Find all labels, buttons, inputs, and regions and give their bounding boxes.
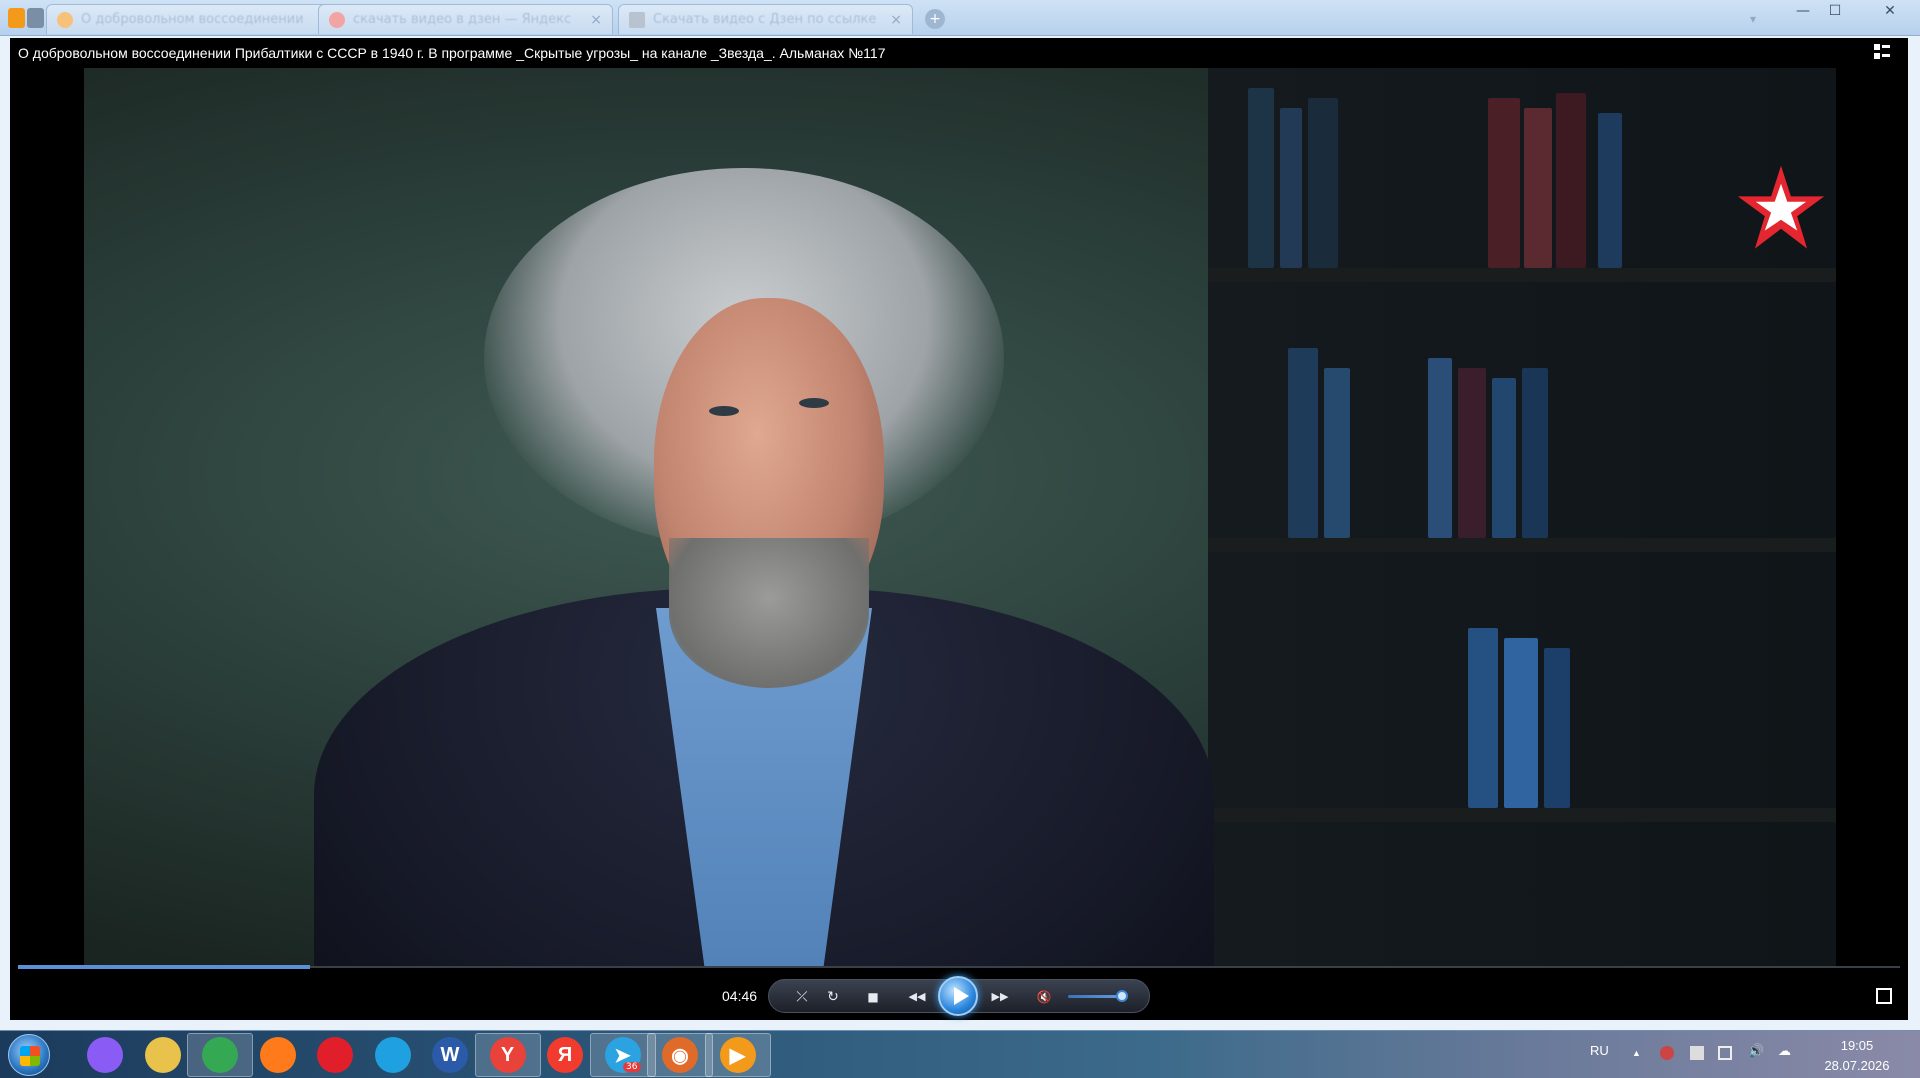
yandex-browser-icon: Y bbox=[489, 1037, 526, 1073]
tab-favicon-icon bbox=[629, 11, 645, 28]
play-button[interactable] bbox=[938, 976, 978, 1016]
taskbar-media-player-button[interactable]: ▶ bbox=[704, 1033, 771, 1077]
language-indicator[interactable]: RU bbox=[1590, 1043, 1609, 1058]
repeat-icon[interactable]: ↻ bbox=[823, 987, 843, 1007]
antivirus-tray-icon[interactable] bbox=[1660, 1046, 1674, 1060]
current-time: 04:46 bbox=[722, 988, 758, 1004]
explorer-icon bbox=[144, 1037, 181, 1073]
book bbox=[1324, 368, 1350, 538]
fullscreen-icon[interactable] bbox=[1876, 988, 1892, 1004]
tab-3[interactable]: Скачать видео с Дзен по ссылке × bbox=[618, 4, 913, 34]
taskbar-word-button[interactable]: W bbox=[417, 1033, 483, 1077]
network-icon[interactable] bbox=[1718, 1046, 1732, 1060]
mute-icon[interactable]: 🔇 bbox=[1034, 987, 1054, 1007]
book bbox=[1492, 378, 1516, 538]
tab-menu-icon[interactable]: ▾ bbox=[1750, 12, 1756, 26]
taskbar-yandex-browser-button[interactable]: Y bbox=[474, 1033, 541, 1077]
rewind-icon[interactable]: ◀◀ bbox=[903, 987, 931, 1007]
tab-close-icon[interactable]: × bbox=[890, 12, 902, 28]
book bbox=[1488, 98, 1520, 268]
clock-time: 19:05 bbox=[1840, 1038, 1874, 1053]
close-button[interactable]: ✕ bbox=[1868, 0, 1912, 22]
tab-close-icon[interactable]: × bbox=[590, 12, 602, 28]
minimize-button[interactable]: — bbox=[1787, 0, 1819, 22]
chrome-icon bbox=[202, 1037, 238, 1073]
notification-badge: 36 bbox=[623, 1062, 641, 1072]
taskbar-chrome-button[interactable] bbox=[187, 1033, 253, 1077]
book bbox=[1288, 348, 1318, 538]
word-icon: W bbox=[432, 1037, 468, 1073]
new-tab-button[interactable]: + bbox=[925, 9, 945, 29]
network-error-icon[interactable] bbox=[1690, 1046, 1704, 1060]
video-frame[interactable] bbox=[84, 68, 1836, 968]
clock-date: 28.07.2026 bbox=[1824, 1058, 1890, 1073]
media-player-icon: ▶ bbox=[719, 1037, 756, 1073]
book bbox=[1524, 108, 1552, 268]
tab-2[interactable]: скачать видео в дзен — Яндекс × bbox=[318, 4, 613, 34]
book bbox=[1468, 628, 1498, 808]
eye-app-icon: ◉ bbox=[662, 1037, 698, 1073]
tab-label: Скачать видео с Дзен по ссылке bbox=[653, 12, 877, 27]
book bbox=[1544, 648, 1570, 808]
ab-repeat-icon[interactable]: ⤫ bbox=[792, 987, 812, 1007]
video-title: О добровольном воссоединении Прибалтики … bbox=[18, 45, 886, 61]
opera-icon bbox=[317, 1037, 353, 1073]
shelf bbox=[1208, 268, 1836, 282]
book bbox=[1504, 638, 1538, 808]
zvezda-logo-icon bbox=[1737, 165, 1825, 249]
yandex-icon: Я bbox=[547, 1037, 583, 1073]
seek-bar-progress bbox=[18, 965, 310, 969]
taskbar-opera-button[interactable] bbox=[302, 1033, 368, 1077]
taskbar-yandex-button[interactable]: Я bbox=[532, 1033, 598, 1077]
tray-expand-icon[interactable]: ▲ bbox=[1632, 1048, 1641, 1058]
taskbar-explorer-button[interactable] bbox=[130, 1033, 196, 1077]
tab-1[interactable]: О добровольном воссоединении × bbox=[46, 4, 341, 34]
media-player-app-icon[interactable] bbox=[8, 8, 44, 30]
person-eye bbox=[799, 398, 829, 408]
person-eye bbox=[709, 406, 739, 416]
book bbox=[1556, 93, 1586, 268]
onedrive-tray-icon[interactable]: ☁ bbox=[1778, 1043, 1791, 1059]
taskbar-alice-button[interactable] bbox=[72, 1033, 138, 1077]
tab-label: скачать видео в дзен — Яндекс bbox=[353, 12, 572, 27]
taskbar-telegram-button[interactable]: ➤ 36 bbox=[589, 1033, 656, 1077]
volume-slider-handle[interactable] bbox=[1116, 990, 1128, 1002]
firefox-icon bbox=[259, 1037, 296, 1073]
tab-label: О добровольном воссоединении bbox=[81, 12, 304, 27]
maximize-button[interactable]: ☐ bbox=[1819, 0, 1851, 22]
book bbox=[1458, 368, 1486, 538]
shelf bbox=[1208, 538, 1836, 552]
book bbox=[1522, 368, 1548, 538]
clock[interactable]: 19:05 28.07.2026 bbox=[1815, 1036, 1899, 1076]
alice-icon bbox=[87, 1037, 123, 1073]
tab-favicon-icon bbox=[57, 11, 73, 28]
volume-tray-icon[interactable]: 🔊 bbox=[1748, 1043, 1764, 1059]
taskbar-edge-button[interactable] bbox=[360, 1033, 426, 1077]
shelf bbox=[1208, 808, 1836, 822]
book bbox=[1428, 358, 1452, 538]
stop-icon[interactable]: ■ bbox=[863, 987, 883, 1007]
forward-icon[interactable]: ▶▶ bbox=[986, 987, 1014, 1007]
edge-icon bbox=[374, 1037, 411, 1073]
tab-favicon-icon bbox=[329, 11, 345, 28]
taskbar-firefox-button[interactable] bbox=[245, 1033, 311, 1077]
book bbox=[1248, 88, 1274, 268]
book bbox=[1280, 108, 1302, 268]
person-beard bbox=[669, 538, 869, 688]
book bbox=[1598, 113, 1622, 268]
taskbar-eye-app-button[interactable]: ◉ bbox=[647, 1033, 713, 1077]
book bbox=[1308, 98, 1338, 268]
playlist-icon[interactable] bbox=[1874, 44, 1892, 60]
start-button[interactable] bbox=[8, 1034, 50, 1076]
